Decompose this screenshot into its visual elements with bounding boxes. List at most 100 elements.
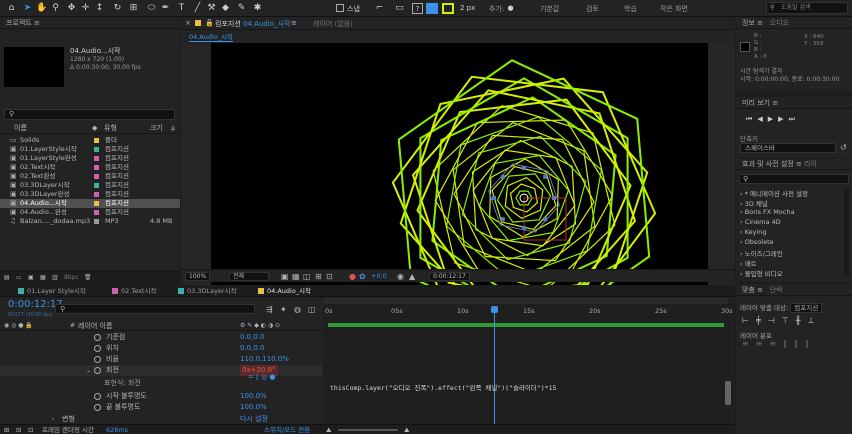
property-value[interactable]: 100.0% (240, 402, 267, 413)
stopwatch-icon[interactable] (94, 367, 101, 374)
effects-scrollbar[interactable] (844, 188, 849, 276)
workspace-small-screen[interactable]: 작은 화면 (660, 4, 688, 14)
trash-icon[interactable]: 🗑 (84, 272, 92, 283)
transparency-grid-icon[interactable]: ▦ (292, 271, 300, 283)
eraser-tool-icon[interactable]: ◆ (220, 3, 231, 14)
toggle-switches-modes-link[interactable]: 스위치/모드 전환 (264, 425, 310, 434)
project-item-row[interactable]: ▣ 04.Audio...시작 컴포지션 (0, 199, 180, 208)
next-frame-icon[interactable]: ▶ (778, 115, 788, 123)
label-color-swatch[interactable] (94, 147, 99, 152)
comp-mini-flowchart-icon[interactable]: ⇶ (266, 305, 273, 314)
stroke-width-value[interactable]: 2 px (460, 4, 475, 12)
resolution-dropdown[interactable]: 전체 (229, 272, 269, 281)
stopwatch-icon[interactable] (94, 404, 101, 411)
distribute-hcenter-icon[interactable]: ‖ (794, 339, 805, 348)
tab-composition[interactable]: 컴포지션 04.Audio_시작 (215, 19, 290, 29)
transform-handle[interactable] (543, 174, 548, 179)
effect-category-item[interactable]: › Obsolete (740, 238, 774, 246)
motion-blur-icon[interactable]: ◍ (294, 305, 301, 314)
in-out-toggle-icon[interactable]: ⊡ (28, 425, 33, 434)
new-folder-icon[interactable]: ▭ (16, 272, 22, 283)
zoom-in-icon[interactable]: ⛰ (404, 425, 409, 434)
help-question-icon[interactable]: ? (412, 3, 423, 14)
project-item-row[interactable]: ▣ 04.Audio...완성 컴포지션 (0, 208, 180, 217)
puppet-tool-icon[interactable]: ✱ (252, 3, 263, 14)
fill-icon[interactable]: ▭ (394, 3, 405, 14)
align-right-icon[interactable]: ⊣ (768, 316, 782, 325)
project-item-row[interactable]: ▣ 01.LayerStyle완성 컴포지션 (0, 154, 180, 163)
transform-handle[interactable] (543, 217, 548, 222)
timeline-scrollbar[interactable] (725, 381, 731, 405)
property-value[interactable]: 0.0,0.0 (240, 332, 265, 343)
zoom-out-icon[interactable]: ⛰ (326, 425, 331, 434)
chevron-down-icon[interactable]: ⌄ (86, 365, 91, 376)
transform-handle[interactable] (500, 174, 505, 179)
expression-enable-icon[interactable]: = (248, 373, 254, 381)
prev-frame-icon[interactable]: ◀ (757, 115, 767, 123)
timeline-tab[interactable]: 03.3DLayer시작 (178, 285, 237, 297)
hand-tool-icon[interactable]: ✋ (36, 3, 47, 14)
playhead[interactable] (490, 306, 498, 430)
roto-brush-tool-icon[interactable]: ✎ (236, 3, 247, 14)
project-item-row[interactable]: ▭ Solids 폴더 (0, 136, 180, 145)
comp-canvas[interactable] (211, 43, 708, 285)
timeline-tab[interactable]: 02.Text시작 (112, 285, 156, 297)
panel-menu-icon[interactable]: ≡ (772, 99, 778, 107)
home-icon[interactable]: ⌂ (6, 3, 17, 14)
effect-category-item[interactable]: › 노이즈/그레인 (740, 248, 783, 258)
timeline-tab[interactable]: 01.Layer Style시작 (18, 285, 86, 297)
label-color-swatch[interactable] (94, 192, 99, 197)
project-item-row[interactable]: ▣ 03.3DLayer완성 컴포지션 (0, 190, 180, 199)
project-item-row[interactable]: ▣ 01.LayerStyle시작 컴포지션 (0, 145, 180, 154)
transform-handle[interactable] (552, 196, 556, 200)
show-snapshot-icon[interactable]: ▲ (409, 271, 415, 283)
property-value[interactable]: 100.0% (240, 391, 267, 402)
effects-search-input[interactable]: ⚲ (739, 174, 849, 184)
align-vcenter-icon[interactable]: ╫ (796, 316, 808, 325)
distribute-top-icon[interactable]: ≡ (742, 339, 756, 348)
clone-stamp-tool-icon[interactable]: ⚒ (206, 3, 217, 14)
panel-menu-icon[interactable]: ≡ (757, 286, 763, 294)
timeline-graph[interactable]: 0s 05s 10s 15s 20s 25s 30s thisComp.layer("오디오… (323, 298, 735, 434)
tab-layer[interactable]: 레이어 (없음) (313, 19, 353, 29)
workspace-review[interactable]: 검토 (586, 4, 599, 14)
align-left-icon[interactable]: ⊢ (742, 316, 756, 325)
grid-icon[interactable]: ⊞ (315, 271, 322, 283)
label-color-swatch[interactable] (94, 174, 99, 179)
add-button-icon[interactable]: ● (505, 3, 516, 14)
time-ruler[interactable]: 0s 05s 10s 15s 20s 25s 30s (323, 306, 735, 321)
stopwatch-icon[interactable] (94, 345, 101, 352)
transfer-controls-toggle-icon[interactable]: ⊟ (16, 425, 21, 434)
tab-menu-icon[interactable]: ≡ (291, 19, 297, 27)
zoom-dropdown[interactable]: 100% (185, 272, 211, 281)
workspace-learn[interactable]: 학습 (624, 4, 637, 14)
play-icon[interactable]: ▶ (768, 115, 778, 123)
property-row[interactable]: 기준점 0.0,0.0 (0, 332, 322, 343)
mask-visibility-icon[interactable]: ◫ (303, 271, 311, 283)
reset-icon[interactable]: ↺ (840, 143, 847, 152)
effect-category-item[interactable]: › Keying (740, 228, 767, 236)
graph-editor-icon[interactable]: ◫ (308, 305, 316, 314)
stopwatch-icon[interactable] (94, 334, 101, 341)
align-bottom-icon[interactable]: ⊥ (808, 316, 822, 325)
selection-tool-icon[interactable]: ➤ (22, 3, 33, 14)
property-value[interactable]: 0.0,0.0 (240, 343, 265, 354)
spiral-shape-artwork[interactable] (211, 43, 708, 285)
project-item-row[interactable]: ▣ 02.Text시작 컴포지션 (0, 163, 180, 172)
adjust-icon[interactable]: ▥ (52, 272, 58, 283)
property-row[interactable]: 시작 불투명도 100.0% (0, 391, 322, 402)
exposure-value[interactable]: +0.0 (371, 270, 387, 282)
panel-menu-icon[interactable]: ≡ (34, 19, 40, 27)
transform-handle[interactable] (522, 166, 526, 170)
project-item-row[interactable]: ▣ 03.3DLayer시작 컴포지션 (0, 181, 180, 190)
rotate-tool-icon[interactable]: ↻ (112, 3, 123, 14)
layer-duration-bar[interactable] (328, 323, 724, 327)
transform-handle[interactable] (492, 196, 496, 200)
effect-category-item[interactable]: › Boris FX Mocha (740, 208, 795, 216)
help-search-input[interactable]: ⚲ 도움말 검색 (766, 2, 848, 14)
stroke-color-swatch[interactable] (442, 3, 454, 14)
effect-category-item[interactable]: › 매트 (740, 258, 757, 268)
distribute-bottom-icon[interactable]: ≡ (769, 339, 783, 348)
label-color-swatch[interactable] (94, 183, 99, 188)
interpret-footage-icon[interactable]: ▤ (4, 272, 10, 283)
